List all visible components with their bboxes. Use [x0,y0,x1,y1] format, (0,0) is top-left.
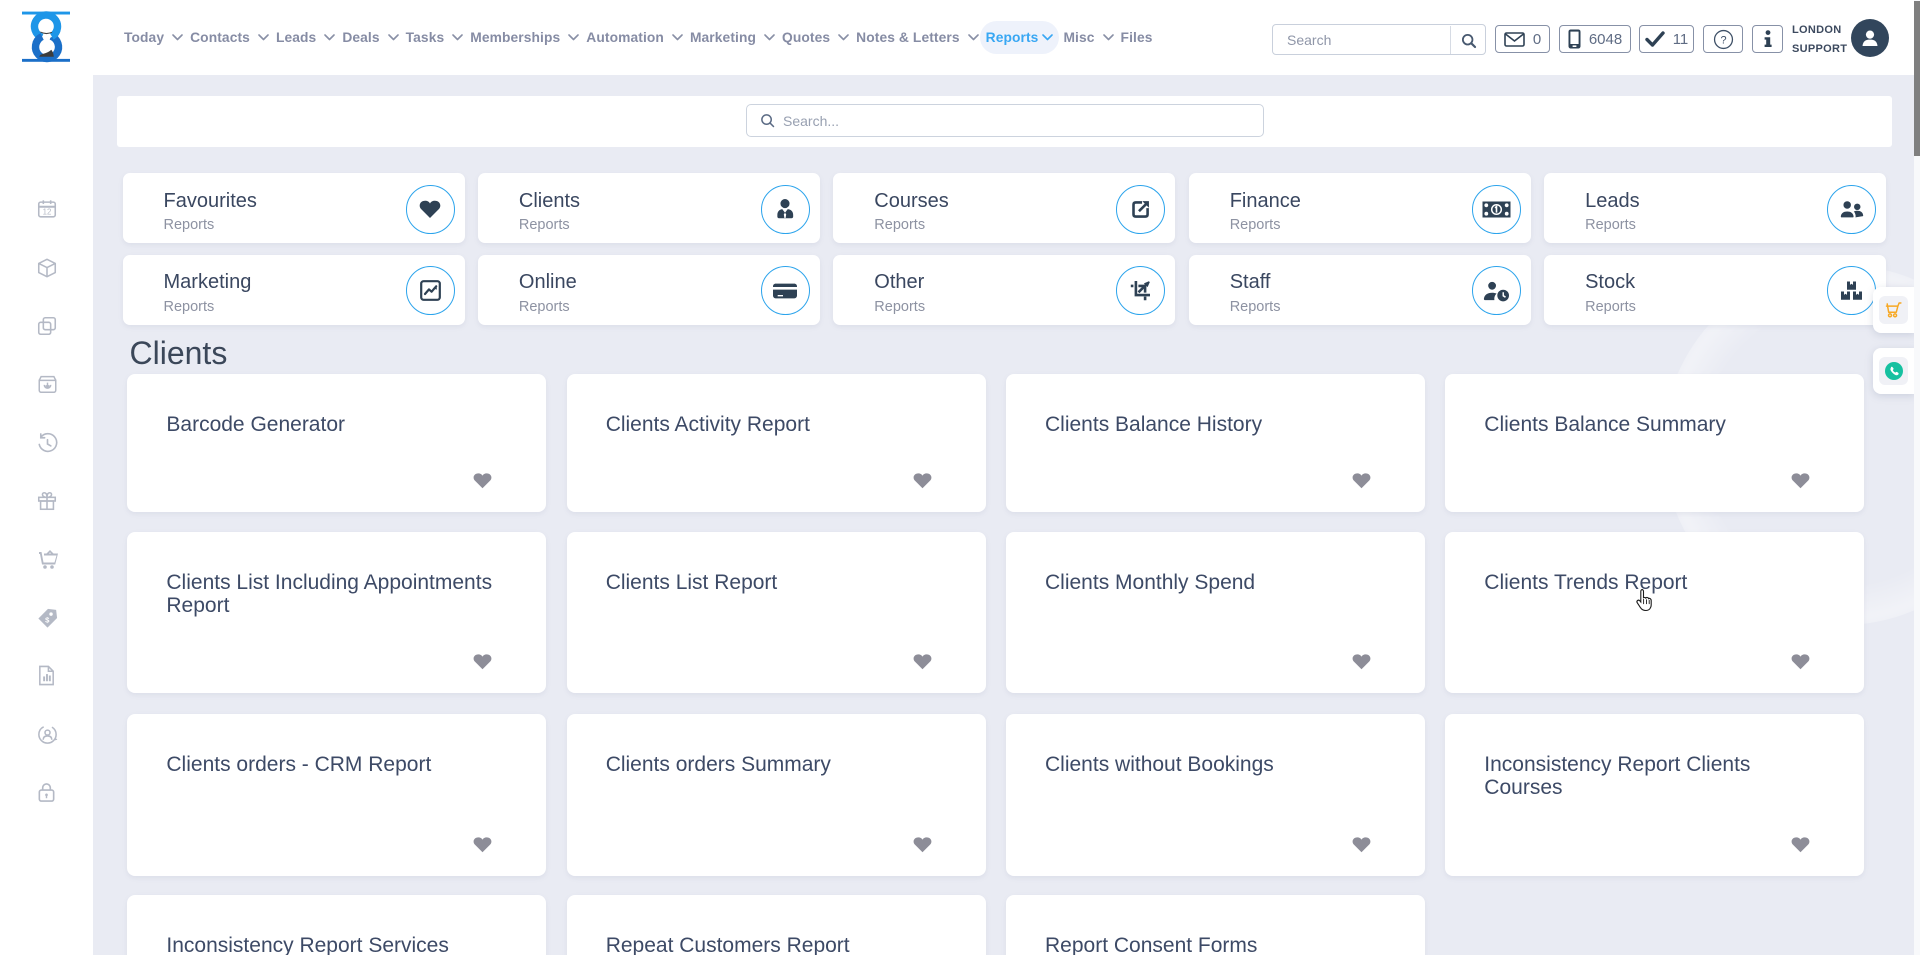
svg-text:$: $ [45,615,50,624]
svg-text:?: ? [1720,34,1726,46]
svg-text:12: 12 [43,208,52,217]
